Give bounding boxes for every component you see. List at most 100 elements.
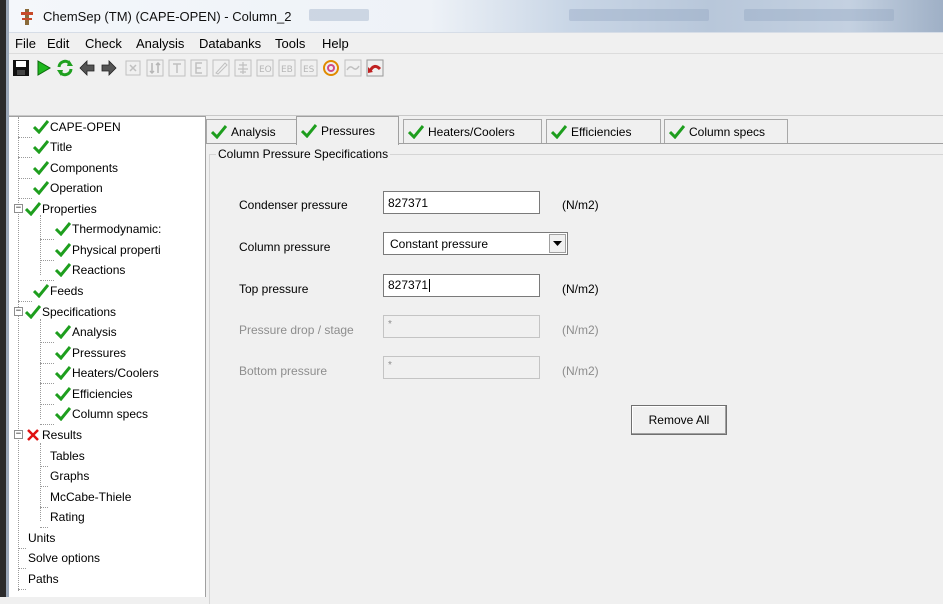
toolbar: EO EB ES bbox=[9, 54, 943, 116]
check-icon bbox=[33, 161, 49, 175]
menu-file[interactable]: File bbox=[15, 36, 36, 51]
tree-item-label: Paths bbox=[28, 572, 59, 586]
chevron-down-icon[interactable] bbox=[549, 234, 566, 253]
tree-item-components[interactable]: Components bbox=[18, 158, 118, 179]
title-bar-blur bbox=[309, 9, 369, 21]
tab-pressures[interactable]: Pressures bbox=[296, 116, 399, 145]
pressure-drop-unit: (N/m2) bbox=[562, 323, 599, 337]
bottom-pressure-input[interactable]: * bbox=[383, 356, 540, 379]
tree-item-label: McCabe-Thiele bbox=[50, 490, 132, 504]
sort-icon[interactable] bbox=[144, 57, 166, 79]
tree-item-specifications[interactable]: Specifications bbox=[25, 302, 116, 322]
tree-item-paths[interactable]: Paths bbox=[18, 569, 59, 590]
tree-item-mccabe-thiele[interactable]: McCabe-Thiele bbox=[40, 487, 132, 508]
check-icon bbox=[211, 124, 227, 139]
menu-analysis[interactable]: Analysis bbox=[136, 36, 184, 51]
menu-check[interactable]: Check bbox=[85, 36, 122, 51]
title-bar-blur bbox=[744, 9, 894, 21]
condenser-pressure-input[interactable] bbox=[383, 191, 540, 214]
tree-item-properties[interactable]: Properties bbox=[25, 199, 97, 219]
refresh-icon[interactable] bbox=[54, 57, 76, 79]
tree-item-physical-properties[interactable]: Physical properti bbox=[40, 240, 161, 261]
menu-help[interactable]: Help bbox=[322, 36, 349, 51]
tree-item-graphs[interactable]: Graphs bbox=[40, 466, 89, 487]
collapse-toggle[interactable]: − bbox=[14, 430, 23, 439]
tree-item-solve-options[interactable]: Solve options bbox=[18, 548, 100, 569]
top-pressure-label: Top pressure bbox=[239, 282, 309, 296]
tree-item-column-specs[interactable]: Column specs bbox=[40, 404, 149, 425]
check-icon bbox=[33, 284, 49, 298]
menu-tools[interactable]: Tools bbox=[275, 36, 305, 51]
es-icon[interactable]: ES bbox=[298, 57, 320, 79]
tree-icon[interactable] bbox=[232, 57, 254, 79]
check-icon bbox=[25, 305, 41, 319]
tree-item-operation[interactable]: Operation bbox=[18, 178, 103, 199]
tab-heaters-coolers[interactable]: Heaters/Coolers bbox=[403, 119, 542, 143]
tree-item-results[interactable]: Results bbox=[25, 425, 82, 445]
tree-item-rating[interactable]: Rating bbox=[40, 507, 85, 528]
table-e-icon[interactable] bbox=[188, 57, 210, 79]
bottom-pressure-value: * bbox=[388, 360, 392, 371]
svg-text:EB: EB bbox=[281, 65, 293, 75]
tab-label: Column specs bbox=[689, 124, 766, 139]
arrow-right-icon[interactable] bbox=[98, 57, 120, 79]
title-bar-blur bbox=[569, 9, 709, 21]
column-pressure-select[interactable]: Constant pressure bbox=[383, 232, 568, 255]
tree-item-label: Specifications bbox=[42, 305, 117, 319]
menu-databanks[interactable]: Databanks bbox=[199, 36, 261, 51]
tree-item-label: Tables bbox=[50, 449, 85, 463]
target-icon[interactable] bbox=[320, 57, 342, 79]
collapse-toggle[interactable]: − bbox=[14, 307, 23, 316]
tree-item-label: Reactions bbox=[72, 263, 126, 277]
tree-item-analysis[interactable]: Analysis bbox=[40, 322, 117, 343]
undo-icon[interactable] bbox=[364, 57, 386, 79]
pressures-panel: Column Pressure Specifications Condenser… bbox=[206, 143, 943, 604]
table-t-icon[interactable] bbox=[166, 57, 188, 79]
tree-item-tables[interactable]: Tables bbox=[40, 446, 85, 467]
tree-item-units[interactable]: Units bbox=[18, 528, 56, 549]
tab-label: Heaters/Coolers bbox=[428, 124, 515, 139]
collapse-toggle[interactable]: − bbox=[14, 204, 23, 213]
tree-item-pressures[interactable]: Pressures bbox=[40, 343, 127, 364]
tree-item-label: Column specs bbox=[72, 407, 149, 421]
condenser-pressure-label: Condenser pressure bbox=[239, 198, 348, 212]
eo-icon[interactable]: EO bbox=[254, 57, 276, 79]
check-icon bbox=[55, 325, 71, 339]
eb-icon[interactable]: EB bbox=[276, 57, 298, 79]
error-x-icon bbox=[27, 429, 39, 441]
column-pressure-label: Column pressure bbox=[239, 240, 331, 254]
navigation-tree: CAPE-OPEN Title Components Operation − P… bbox=[9, 116, 206, 597]
save-icon[interactable] bbox=[10, 57, 32, 79]
tree-item-feeds[interactable]: Feeds bbox=[18, 281, 83, 302]
tab-analysis[interactable]: Analysis bbox=[206, 119, 297, 143]
menu-edit[interactable]: Edit bbox=[47, 36, 69, 51]
play-icon[interactable] bbox=[32, 57, 54, 79]
check-icon bbox=[669, 124, 685, 139]
tree-item-efficiencies[interactable]: Efficiencies bbox=[40, 384, 132, 405]
tree-item-label: Units bbox=[28, 531, 56, 545]
check-icon bbox=[55, 387, 71, 401]
tree-item-reactions[interactable]: Reactions bbox=[40, 260, 126, 281]
close-box-icon[interactable] bbox=[122, 57, 144, 79]
wave-icon[interactable] bbox=[342, 57, 364, 79]
tree-item-label: Title bbox=[50, 140, 73, 154]
tab-label: Efficiencies bbox=[571, 124, 632, 139]
tab-column-specs[interactable]: Column specs bbox=[664, 119, 788, 143]
tree-item-heaters-coolers[interactable]: Heaters/Coolers bbox=[40, 363, 159, 384]
tree-item-cape-open[interactable]: CAPE-OPEN bbox=[18, 117, 121, 138]
check-icon bbox=[55, 407, 71, 421]
remove-all-button[interactable]: Remove All bbox=[631, 405, 727, 435]
tab-efficiencies[interactable]: Efficiencies bbox=[546, 119, 661, 143]
tree-item-label: Pressures bbox=[72, 346, 127, 360]
tree-item-title[interactable]: Title bbox=[18, 137, 73, 158]
arrow-left-icon[interactable] bbox=[76, 57, 98, 79]
check-icon bbox=[55, 366, 71, 380]
tree-item-thermodynamics[interactable]: Thermodynamic: bbox=[40, 219, 161, 240]
svg-text:ES: ES bbox=[303, 65, 315, 75]
title-bar[interactable]: ChemSep (TM) (CAPE-OPEN) - Column_2 bbox=[9, 0, 943, 33]
check-icon bbox=[301, 124, 317, 138]
pen-icon[interactable] bbox=[210, 57, 232, 79]
top-pressure-input[interactable]: 827371 bbox=[383, 274, 540, 297]
pressure-drop-input[interactable]: * bbox=[383, 315, 540, 338]
check-icon bbox=[55, 243, 71, 257]
